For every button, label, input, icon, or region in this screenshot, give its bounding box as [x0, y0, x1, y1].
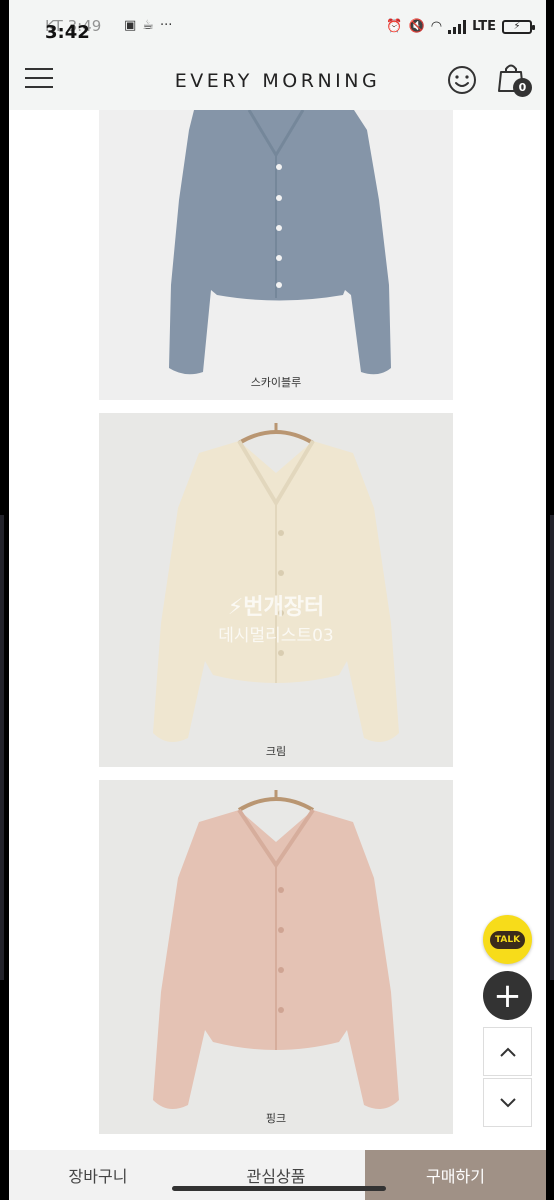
product-image-pink[interactable]: 핑크: [99, 780, 453, 1134]
screen: KT 3:49 3:42 ▣ ☕ ··· ⏰ 🔇 ◠ LTE ⚡ EVERY M…: [9, 0, 546, 1200]
scroll-top-button[interactable]: [483, 1027, 532, 1076]
mute-icon: 🔇: [408, 19, 425, 34]
buy-now-button[interactable]: 구매하기: [365, 1150, 546, 1200]
talk-icon: TALK: [489, 930, 526, 949]
wifi-icon: ◠: [430, 19, 443, 34]
chevron-down-icon: [499, 1097, 516, 1107]
watermark-seller: 데시멀리스트03: [218, 626, 334, 646]
wishlist-button[interactable]: 관심상품: [187, 1150, 365, 1200]
cardigan-skyblue-image: [99, 110, 453, 400]
product-color-label: 스카이블루: [250, 376, 302, 389]
signal-icon: [448, 19, 467, 34]
product-image-cream[interactable]: ⚡번개장터 데시멀리스트03 크림: [99, 413, 453, 767]
battery-icon: ⚡: [502, 19, 535, 34]
product-color-label: 핑크: [265, 1112, 287, 1125]
device-edge-left: [0, 515, 4, 980]
plus-icon: +: [493, 975, 522, 1016]
add-button[interactable]: +: [483, 971, 532, 1020]
site-header: EVERY MORNING 0: [9, 50, 546, 110]
my-page-button[interactable]: [446, 64, 478, 96]
cart-button[interactable]: 0: [497, 62, 533, 98]
notification-icons: ▣ ☕ ···: [124, 18, 172, 33]
more-dots-icon: ···: [159, 18, 173, 33]
status-bar: KT 3:49 3:42 ▣ ☕ ··· ⏰ 🔇 ◠ LTE ⚡: [9, 0, 546, 50]
cardigan-pink-image: [99, 780, 453, 1134]
status-time: 3:42: [45, 22, 90, 43]
cup-icon: ☕: [142, 18, 154, 33]
image-icon: ▣: [124, 18, 137, 33]
smile-icon: [448, 66, 476, 94]
chevron-up-icon: [499, 1047, 516, 1057]
product-color-label: 크림: [265, 745, 287, 758]
kakao-talk-button[interactable]: TALK: [483, 915, 532, 964]
watermark-logo: ⚡번개장터: [227, 595, 325, 620]
network-type: LTE: [472, 19, 496, 34]
add-to-cart-button[interactable]: 장바구니: [9, 1150, 187, 1200]
status-right: ⏰ 🔇 ◠ LTE ⚡: [386, 19, 535, 34]
scroll-bottom-button[interactable]: [483, 1078, 532, 1127]
device-frame: KT 3:49 3:42 ▣ ☕ ··· ⏰ 🔇 ◠ LTE ⚡ EVERY M…: [0, 0, 554, 1200]
bottom-action-bar: 장바구니 관심상품 구매하기: [9, 1150, 546, 1200]
home-indicator[interactable]: [172, 1186, 386, 1191]
alarm-icon: ⏰: [386, 19, 403, 34]
device-edge-right: [550, 515, 554, 980]
cart-count-badge: 0: [513, 78, 532, 97]
product-image-skyblue[interactable]: 스카이블루: [99, 110, 453, 400]
